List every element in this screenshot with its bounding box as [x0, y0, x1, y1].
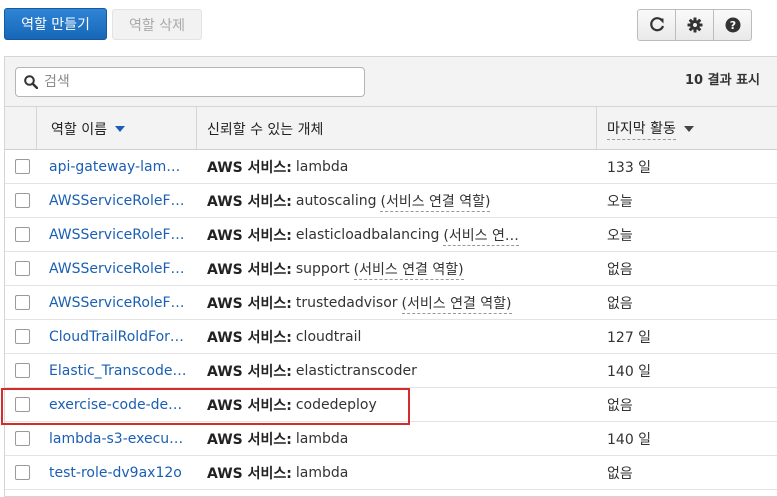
last-activity: 140 일: [607, 431, 652, 448]
last-activity: 127 일: [607, 329, 652, 346]
service-prefix: AWS 서비스:: [207, 465, 292, 482]
table-row: Elastic_Transcoder… AWS 서비스: elastictrans…: [5, 354, 777, 388]
create-role-button[interactable]: 역할 만들기: [4, 8, 107, 40]
table-row: AWSServiceRoleF… AWS 서비스: elasticloadbala…: [5, 218, 777, 252]
row-checkbox[interactable]: [14, 329, 30, 344]
service-name: codedeploy: [295, 396, 377, 413]
delete-role-button[interactable]: 역할 삭제: [112, 9, 202, 40]
service-linked-note: (서비스 연…: [443, 227, 519, 246]
row-checkbox[interactable]: [14, 431, 30, 446]
role-name-link[interactable]: Elastic_Transcoder…: [49, 363, 187, 379]
column-trusted-entity: 신뢰할 수 있는 개체: [197, 107, 597, 150]
last-activity: 오늘: [607, 227, 633, 244]
toolbar-icon-group: ?: [637, 9, 752, 41]
row-checkbox[interactable]: [14, 261, 30, 276]
service-prefix: AWS 서비스:: [207, 363, 292, 380]
row-checkbox[interactable]: [14, 397, 30, 412]
column-trusted-entity-label: 신뢰할 수 있는 개체: [207, 121, 324, 138]
service-prefix: AWS 서비스:: [207, 329, 292, 346]
role-name-link[interactable]: CloudTrailRoldFor…: [49, 329, 184, 345]
toolbar: 역할 만들기 역할 삭제 ?: [0, 0, 777, 48]
table-row: AWSServiceRoleF… AWS 서비스: support (서비스 연결 …: [5, 252, 777, 286]
service-linked-note: (서비스 연결 역할): [401, 295, 512, 314]
search-box[interactable]: [15, 67, 365, 97]
role-name-link[interactable]: AWSServiceRoleF…: [49, 193, 185, 209]
last-activity: 133 일: [607, 159, 652, 176]
table-row: CloudTrailRoldFor… AWS 서비스: cloudtrail 12…: [5, 320, 777, 354]
help-button[interactable]: ?: [713, 9, 752, 41]
row-checkbox[interactable]: [14, 363, 30, 378]
search-input[interactable]: [42, 73, 342, 91]
table-row: lambda-s3-executio… AWS 서비스: lambda 140 일: [5, 422, 777, 456]
search-icon: [24, 75, 38, 89]
last-activity: 없음: [607, 261, 633, 278]
table-row: exercise-code-depl… AWS 서비스: codedeploy 없…: [5, 388, 777, 422]
service-name: autoscaling: [295, 192, 377, 209]
role-name-link[interactable]: AWSServiceRoleF…: [49, 295, 185, 311]
role-name-link[interactable]: AWSServiceRoleF…: [49, 227, 185, 243]
row-checkbox[interactable]: [14, 295, 30, 310]
service-prefix: AWS 서비스:: [207, 295, 292, 312]
service-prefix: AWS 서비스:: [207, 227, 292, 244]
service-name: cloudtrail: [295, 328, 362, 345]
sort-desc-icon[interactable]: [114, 125, 125, 132]
row-checkbox[interactable]: [14, 159, 30, 174]
last-activity: 없음: [607, 295, 633, 312]
role-name-link[interactable]: test-role-dv9ax12o: [49, 465, 182, 481]
service-name: elasticloadbalancing: [295, 226, 440, 243]
row-checkbox[interactable]: [14, 227, 30, 242]
service-prefix: AWS 서비스:: [207, 159, 292, 176]
table-header-bar: 10 결과 표시: [5, 57, 777, 107]
settings-button[interactable]: [675, 9, 714, 41]
column-role-name-label: 역할 이름: [51, 121, 107, 138]
last-activity: 없음: [607, 397, 633, 414]
service-name: lambda: [295, 158, 349, 175]
refresh-button[interactable]: [637, 9, 676, 41]
table-header: 역할 이름 신뢰할 수 있는 개체 마지막 활동: [5, 107, 777, 150]
row-checkbox[interactable]: [14, 193, 30, 208]
role-name-link[interactable]: exercise-code-depl…: [49, 397, 187, 413]
service-prefix: AWS 서비스:: [207, 431, 292, 448]
last-activity: 140 일: [607, 363, 652, 380]
help-icon: ?: [725, 17, 740, 33]
role-name-link[interactable]: lambda-s3-executio…: [49, 431, 187, 447]
roles-table-panel: 10 결과 표시 역할 이름 신뢰할 수 있는 개체 마지막 활동 api-ga…: [4, 56, 777, 497]
service-linked-note: (서비스 연결 역할): [353, 261, 464, 280]
service-linked-note: (서비스 연결 역할): [380, 193, 491, 212]
service-name: support: [295, 260, 350, 277]
service-prefix: AWS 서비스:: [207, 261, 292, 278]
row-checkbox[interactable]: [14, 465, 30, 480]
results-count: 10 결과 표시: [685, 73, 760, 88]
last-activity: 오늘: [607, 193, 633, 210]
table-row: AWSServiceRoleF… AWS 서비스: autoscaling (서비스…: [5, 184, 777, 218]
last-activity: 없음: [607, 465, 633, 482]
role-name-link[interactable]: AWSServiceRoleF…: [49, 261, 185, 277]
column-last-activity-label: 마지막 활동: [607, 118, 676, 140]
role-name-link[interactable]: api-gateway-lambd…: [49, 159, 187, 175]
table-row: AWSServiceRoleF… AWS 서비스: trustedadvisor(…: [5, 286, 777, 320]
table-row: api-gateway-lambd… AWS 서비스: lambda 133 일: [5, 150, 777, 184]
gear-icon: [687, 17, 702, 33]
table-body: api-gateway-lambd… AWS 서비스: lambda 133 일 …: [5, 150, 777, 490]
service-prefix: AWS 서비스:: [207, 193, 292, 210]
chevron-down-icon[interactable]: [683, 125, 694, 132]
service-name: lambda: [295, 430, 349, 447]
column-last-activity[interactable]: 마지막 활동: [597, 107, 777, 150]
select-all-column: [5, 107, 37, 150]
service-prefix: AWS 서비스:: [207, 397, 292, 414]
service-name: trustedadvisor: [295, 294, 398, 311]
service-name: lambda: [295, 464, 349, 481]
refresh-icon: [649, 17, 664, 32]
column-role-name[interactable]: 역할 이름: [37, 107, 197, 150]
svg-text:?: ?: [729, 19, 735, 32]
table-row: test-role-dv9ax12o AWS 서비스: lambda 없음: [5, 456, 777, 490]
service-name: elastictranscoder: [295, 362, 417, 379]
